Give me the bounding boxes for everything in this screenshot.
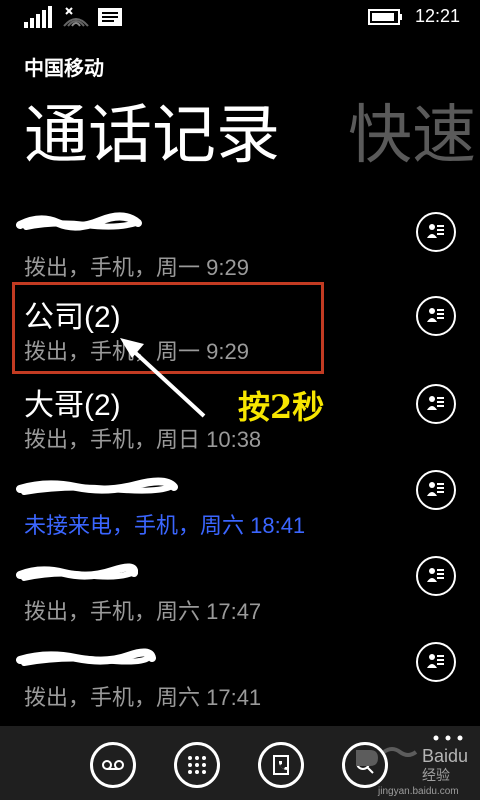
voicemail-icon: [102, 760, 124, 770]
more-icon[interactable]: [428, 728, 468, 748]
search-button[interactable]: [342, 742, 388, 788]
contact-detail-button[interactable]: [416, 470, 456, 510]
contact-card-icon: [427, 308, 444, 322]
call-meta: 拨出，手机，周六 17:41: [24, 685, 262, 710]
call-item[interactable]: 拨出，手机，周一 9:29: [0, 208, 480, 294]
call-meta: 未接来电，手机，周六 18:41: [24, 513, 306, 538]
call-name: 公司(2): [24, 301, 121, 334]
call-meta: 拨出，手机，周一 9:29: [24, 339, 249, 364]
call-item[interactable]: 拨出，手机，周六 17:47: [0, 552, 480, 638]
call-meta: 拨出，手机，周六 17:47: [24, 599, 262, 624]
contact-detail-button[interactable]: [416, 296, 456, 336]
call-item[interactable]: 公司(2) 拨出，手机，周一 9:29: [0, 292, 480, 378]
phonebook-icon: [273, 755, 289, 775]
call-meta: 拨出，手机，周日 10:38: [24, 427, 262, 452]
keypad-icon: [188, 756, 206, 774]
contact-card-icon: [427, 482, 444, 496]
call-name: 大哥(2): [24, 389, 121, 422]
contact-detail-button[interactable]: [416, 384, 456, 424]
contact-detail-button[interactable]: [416, 212, 456, 252]
contact-card-icon: [427, 224, 444, 238]
contact-card-icon: [427, 568, 444, 582]
contact-card-icon: [427, 654, 444, 668]
call-item[interactable]: 未接来电，手机，周六 18:41: [0, 466, 480, 552]
annotation-text: 按2秒: [238, 388, 325, 426]
call-meta: 拨出，手机，周一 9:29: [24, 255, 249, 280]
call-item[interactable]: 拨出，手机，周六 17:41: [0, 638, 480, 724]
contact-card-icon: [427, 396, 444, 410]
contact-detail-button[interactable]: [416, 642, 456, 682]
watermark-url: jingyan.baidu.com: [378, 786, 459, 797]
contact-detail-button[interactable]: [416, 556, 456, 596]
phonebook-button[interactable]: [258, 742, 304, 788]
search-icon: [356, 756, 374, 774]
keypad-button[interactable]: [174, 742, 220, 788]
voicemail-button[interactable]: [90, 742, 136, 788]
